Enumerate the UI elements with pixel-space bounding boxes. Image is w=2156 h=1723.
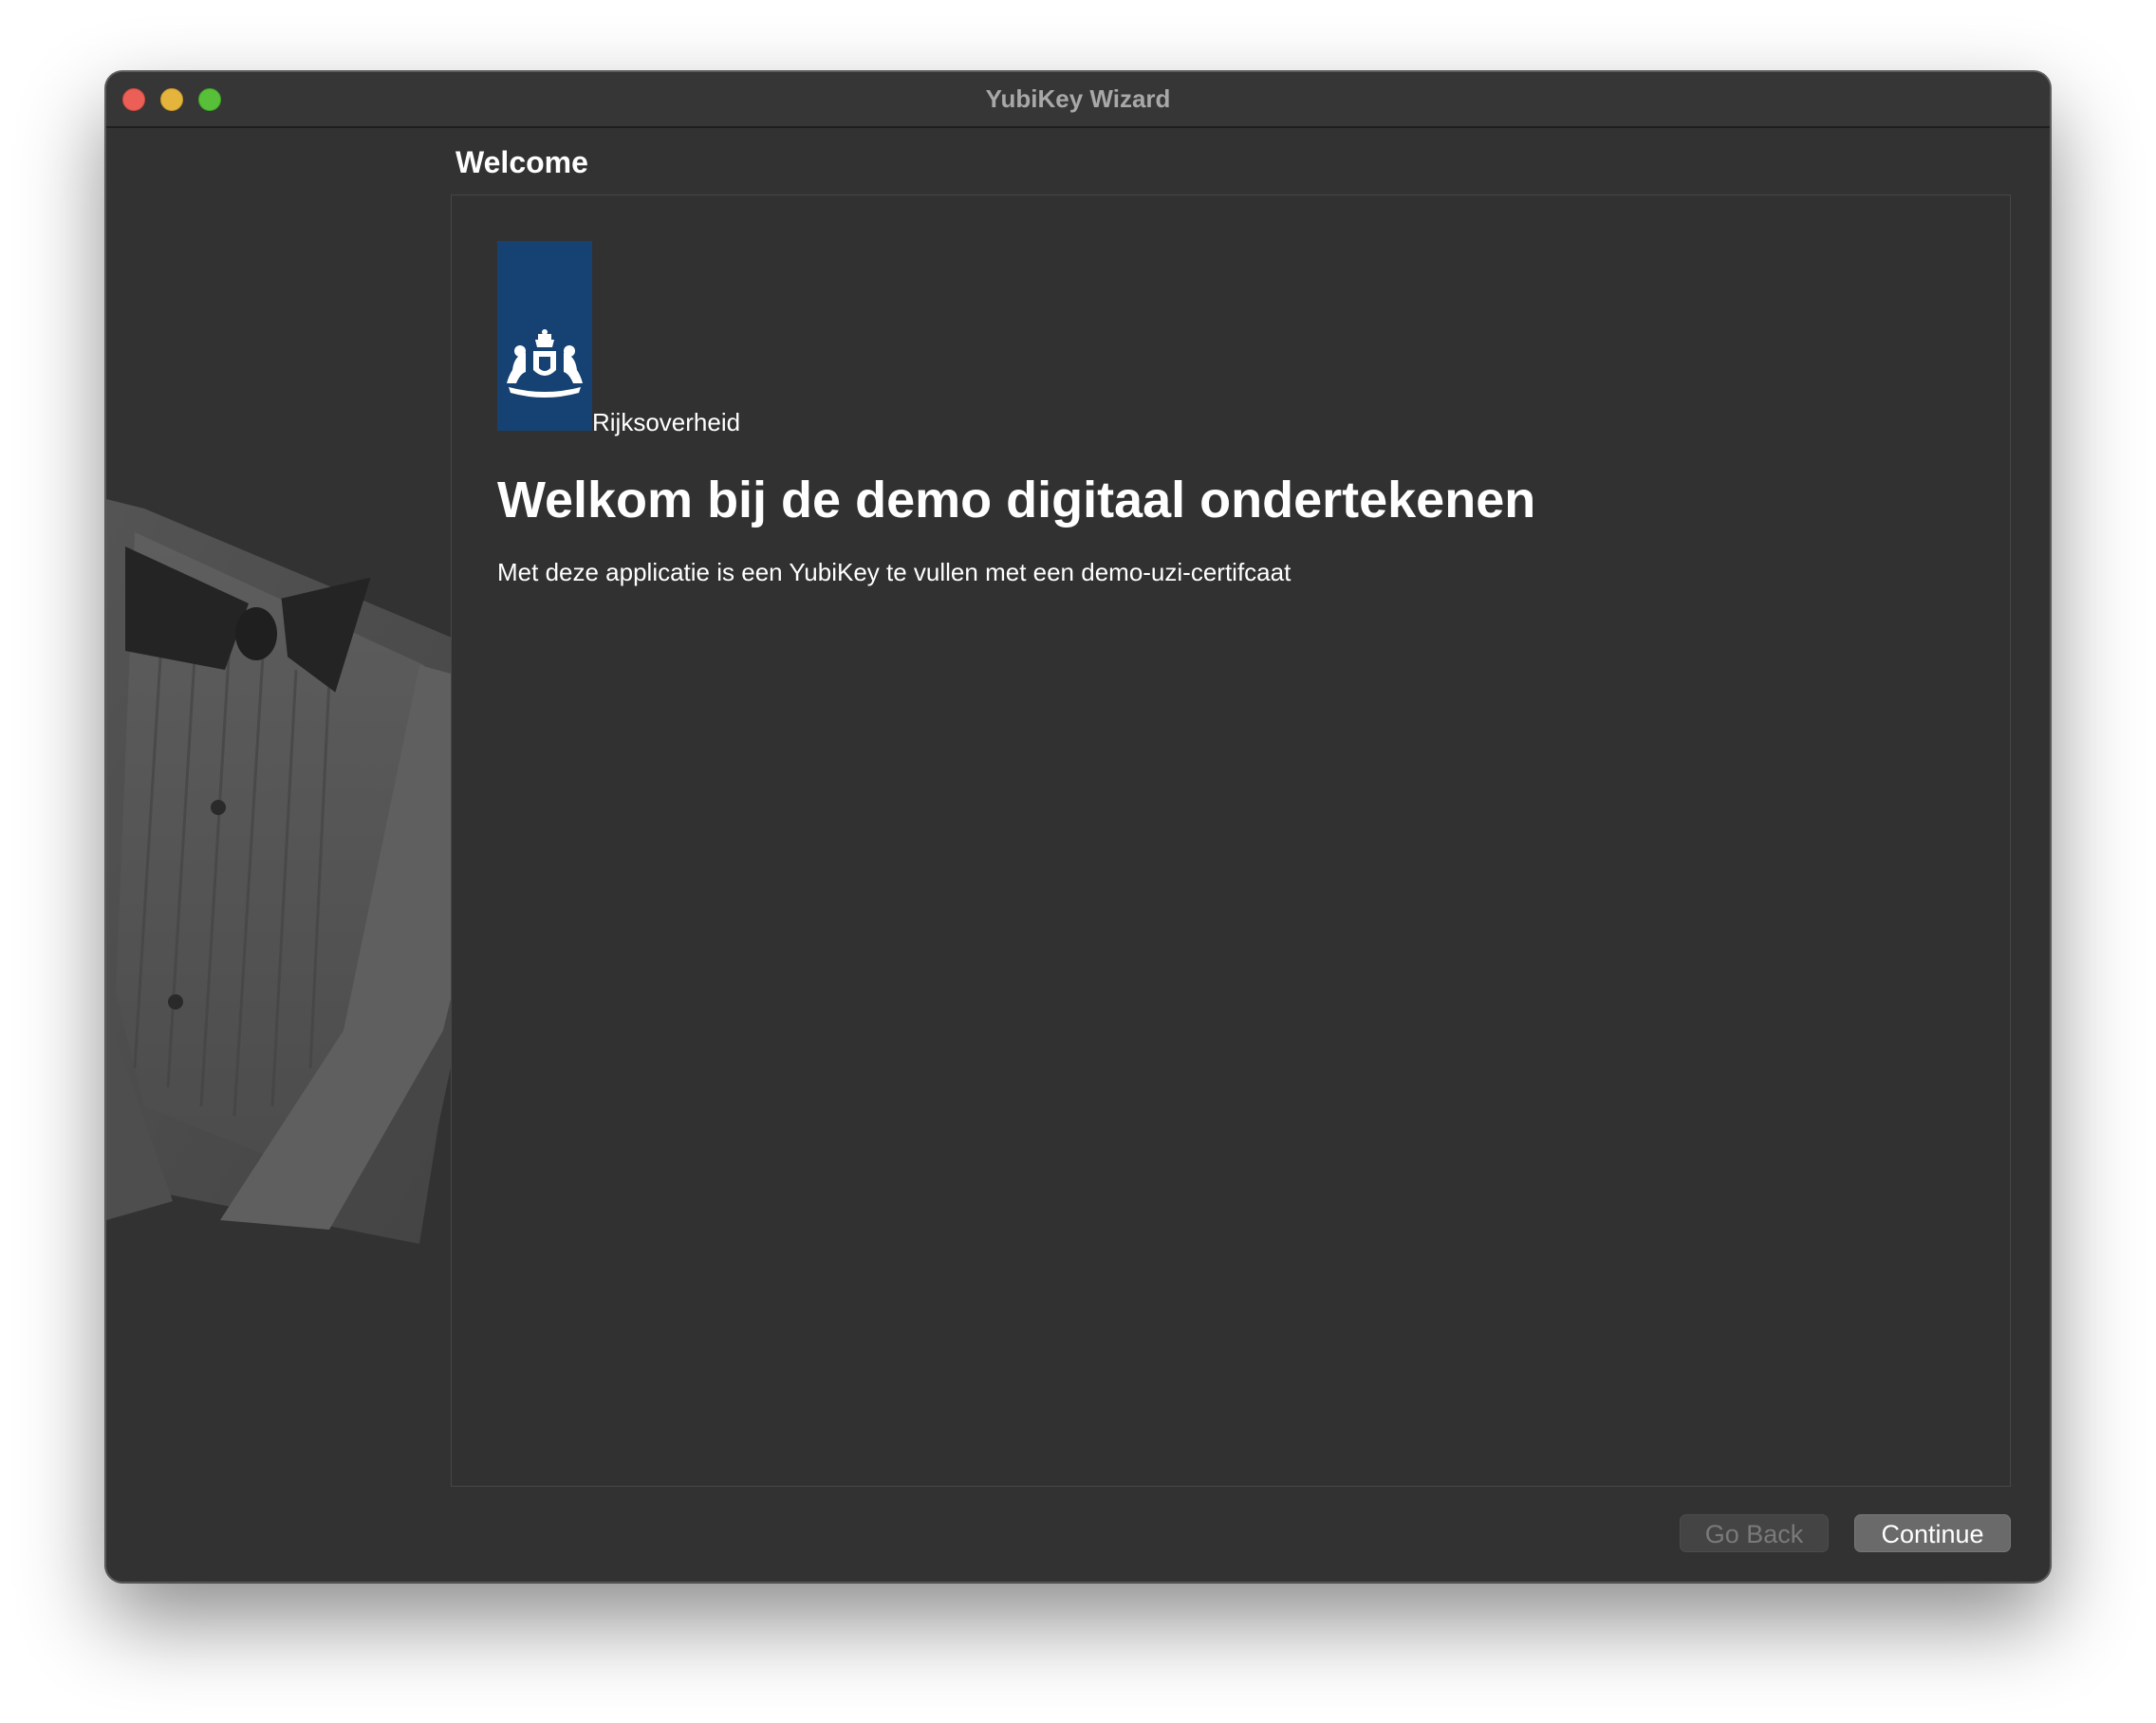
continue-button[interactable]: Continue: [1854, 1514, 2011, 1552]
welcome-description: Met deze applicatie is een YubiKey te vu…: [497, 558, 1292, 586]
coat-of-arms-icon: [507, 329, 583, 398]
content-panel: Rijksoverheid Welkom bij de demo digitaa…: [451, 195, 2011, 1487]
rijksoverheid-logo: [497, 241, 592, 431]
step-title: Welcome: [455, 145, 588, 179]
go-back-button[interactable]: Go Back: [1680, 1514, 1829, 1552]
title-bar[interactable]: YubiKey Wizard: [106, 72, 2050, 128]
logo-wordmark: Rijksoverheid: [592, 408, 741, 436]
window-title: YubiKey Wizard: [985, 84, 1171, 113]
wizard-window: YubiKey Wizard Welcome Rijksoverheid Wel…: [105, 71, 2051, 1583]
welcome-heading: Welkom bij de demo digitaal ondertekenen: [497, 472, 1536, 528]
